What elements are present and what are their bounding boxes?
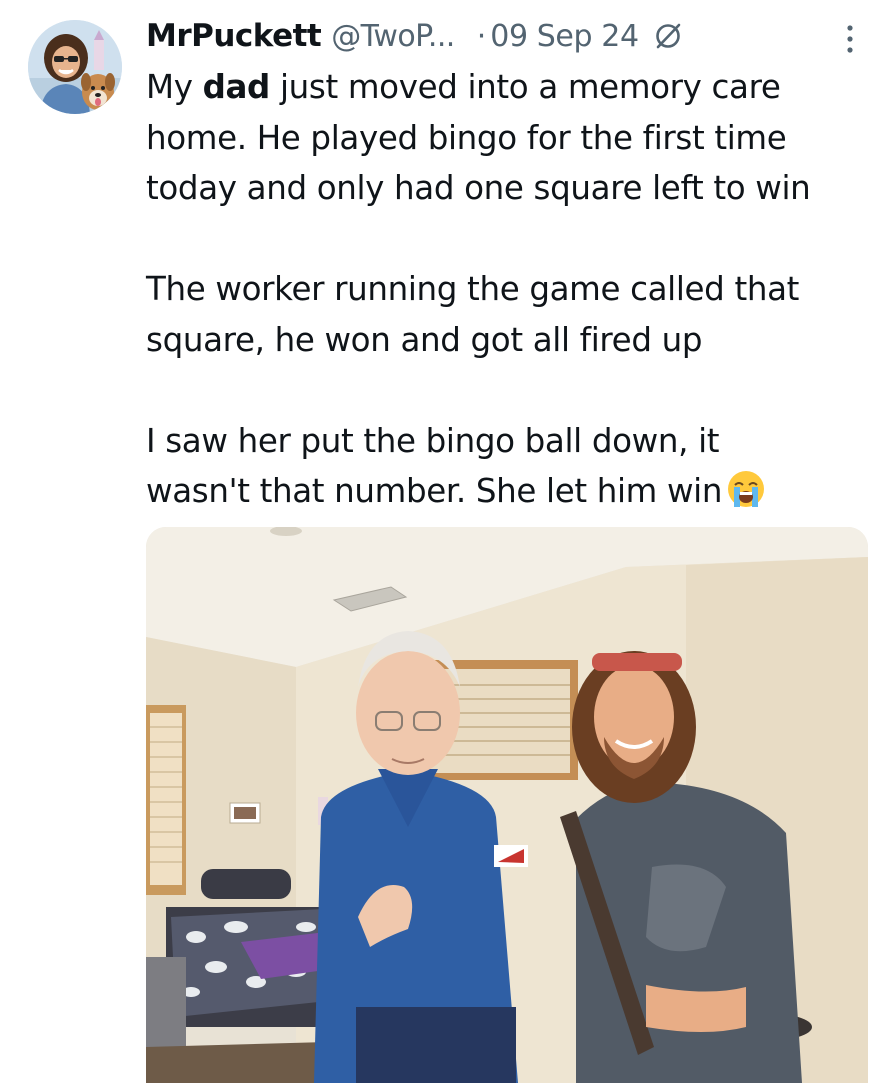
photo-image	[146, 527, 868, 1083]
tweet-text: My dad just moved into a memory care hom…	[146, 62, 886, 517]
avatar-image	[28, 20, 122, 114]
more-options-icon[interactable]	[838, 22, 862, 56]
user-handle[interactable]: @TwoP...	[331, 19, 455, 54]
tweet-photo[interactable]	[146, 527, 868, 1083]
bold-word: dad	[202, 68, 271, 106]
tweet-line-1: My dad just moved into a memory care	[146, 68, 781, 106]
tweet-line-7: wasn't that number. She let him win	[146, 466, 886, 517]
tweet-header: MrPuckett @TwoP... · 09 Sep 24	[146, 12, 683, 60]
separator-dot: ·	[476, 18, 487, 54]
tweet-line-2: home. He played bingo for the first time	[146, 118, 787, 157]
tweet-line-6: I saw her put the bingo ball down, it	[146, 421, 720, 460]
tweet-date[interactable]: 09 Sep 24	[490, 19, 639, 54]
grok-icon[interactable]	[653, 21, 683, 51]
loudly-crying-face-emoji	[726, 469, 766, 509]
display-name[interactable]: MrPuckett	[146, 18, 322, 54]
tweet-line-3: today and only had one square left to wi…	[146, 169, 811, 207]
tweet: MrPuckett @TwoP... · 09 Sep 24 My dad ju…	[0, 0, 895, 1083]
tweet-line-5: square, he won and got all fired up	[146, 320, 703, 359]
avatar[interactable]	[28, 20, 122, 114]
tweet-line-4: The worker running the game called that	[146, 270, 800, 308]
